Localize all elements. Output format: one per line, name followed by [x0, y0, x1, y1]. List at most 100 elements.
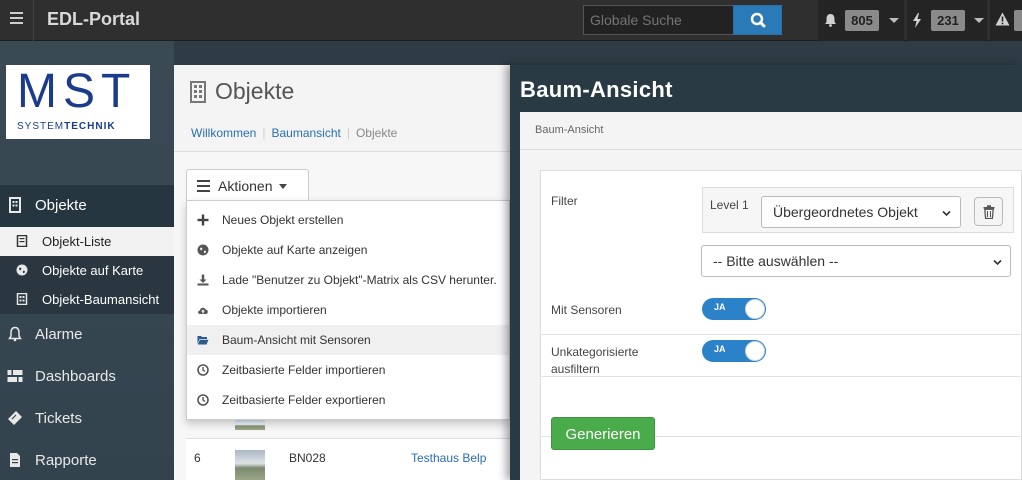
chevron-down-icon [993, 259, 1002, 266]
report-icon [10, 453, 20, 467]
divider [541, 334, 1022, 335]
folder-open-icon [197, 336, 209, 345]
menu-item-new-object[interactable]: Neues Objekt erstellen [187, 205, 509, 235]
menu-item-label: Neues Objekt erstellen [222, 213, 344, 227]
bell-icon [8, 326, 22, 342]
sidebar-item-tickets[interactable]: Tickets [0, 398, 174, 440]
uncategorized-label-line2: ausfiltern [551, 362, 600, 376]
sensors-label: Mit Sensoren [551, 303, 622, 317]
bell-icon [825, 14, 836, 27]
card-header: Baum-Ansicht [520, 112, 1022, 150]
sidebar-item-label: Rapporte [35, 452, 97, 469]
sidebar-item-objekte[interactable]: Objekte [0, 185, 174, 227]
menu-item-show-on-map[interactable]: Objekte auf Karte anzeigen [187, 235, 509, 265]
menu-item-label: Objekte importieren [222, 303, 327, 317]
cloud-upload-icon [198, 307, 208, 314]
generate-button[interactable]: Generieren [551, 417, 655, 450]
uncategorized-toggle[interactable]: JA [702, 340, 766, 362]
alerts-dropdown[interactable] [990, 0, 1022, 41]
events-badge: 231 [931, 10, 965, 31]
menu-item-label: Zeitbasierte Felder exportieren [222, 393, 386, 407]
sidebar-item-label: Tickets [35, 410, 82, 427]
notifications-dropdown[interactable]: 805 [818, 0, 904, 41]
trash-icon [983, 205, 995, 219]
choose-object-select[interactable]: -- Bitte auswählen -- [701, 245, 1011, 277]
breadcrumb-link-willkommen[interactable]: Willkommen [191, 126, 256, 140]
sidebar-subitem-label: Objekt-Liste [42, 234, 112, 249]
actions-button-label: Aktionen [218, 178, 273, 194]
objekte-panel-header: Objekte Willkommen | Baumansicht | Objekte [174, 65, 510, 152]
notifications-badge: 805 [845, 10, 879, 31]
table-row: 6 BN028 Testhaus Belp [186, 438, 510, 480]
card-title: Baum-Ansicht [535, 124, 604, 136]
sidebar-item-label: Dashboards [35, 368, 116, 385]
sidebar-subitem-objekt-liste[interactable]: Objekt-Liste [0, 227, 174, 256]
logo-text: MST [17, 65, 137, 118]
tree-icon [16, 293, 28, 305]
chevron-down-icon [889, 18, 899, 23]
building-icon [190, 81, 206, 103]
sidebar-item-alarme[interactable]: Alarme [0, 314, 174, 356]
top-navbar: EDL-Portal 805 231 [0, 0, 1022, 41]
sidebar-subitem-label: Objekt-Baumansicht [42, 292, 160, 307]
globe-icon [16, 264, 28, 276]
search-button[interactable] [733, 5, 782, 35]
chevron-down-icon [974, 18, 984, 23]
menu-item-import-time-fields[interactable]: Zeitbasierte Felder importieren [187, 355, 509, 385]
globe-icon [197, 244, 209, 256]
building-icon [9, 197, 21, 213]
breadcrumb-current: Objekte [355, 126, 398, 140]
delete-level-button[interactable] [974, 197, 1003, 226]
sensors-toggle[interactable]: JA [702, 298, 766, 320]
object-code: BN028 [289, 451, 326, 465]
generate-button-label: Generieren [565, 426, 641, 443]
menu-toggle-icon[interactable] [10, 12, 23, 24]
object-thumbnail [235, 420, 265, 430]
logo-subtitle: SYSTEMTECHNIK [17, 121, 116, 132]
sidebar-item-label: Alarme [35, 326, 83, 343]
menu-item-label: Zeitbasierte Felder importieren [222, 363, 386, 377]
caret-down-icon [279, 184, 287, 189]
company-logo[interactable]: MST SYSTEMTECHNIK [6, 65, 150, 139]
object-name-link[interactable]: Testhaus Belp [411, 451, 486, 465]
parent-object-select[interactable]: Übergeordnetes Objekt [761, 196, 961, 228]
global-search-input[interactable] [583, 5, 734, 35]
toggle-knob [745, 299, 765, 319]
divider [33, 0, 34, 41]
actions-dropdown-menu: Neues Objekt erstellen Objekte auf Karte… [186, 200, 510, 420]
clock-icon [197, 364, 209, 376]
plus-icon [197, 214, 209, 226]
download-icon [197, 274, 209, 286]
menu-item-import-objects[interactable]: Objekte importieren [187, 295, 509, 325]
page-title: Objekte [215, 78, 295, 104]
sidebar-item-label: Objekte [35, 197, 87, 214]
select-value: Übergeordnetes Objekt [773, 204, 918, 220]
breadcrumb-link-baumansicht[interactable]: Baumansicht [271, 126, 340, 140]
sidebar-subitem-objekt-baumansicht[interactable]: Objekt-Baumansicht [0, 285, 174, 314]
uncategorized-label-line1: Unkategorisierte [551, 345, 639, 359]
menu-item-tree-view-sensors[interactable]: Baum-Ansicht mit Sensoren [187, 325, 509, 355]
bars-icon [197, 180, 210, 195]
bolt-icon [913, 13, 921, 28]
menu-item-download-matrix[interactable]: Lade "Benutzer zu Objekt"-Matrix als CSV… [187, 265, 509, 295]
list-icon [16, 235, 28, 247]
toggle-label: JA [714, 302, 726, 312]
warning-icon [995, 12, 1010, 26]
events-dropdown[interactable]: 231 [907, 0, 987, 41]
breadcrumb: Willkommen | Baumansicht | Objekte [191, 126, 398, 140]
divider [541, 376, 1022, 377]
toggle-knob [745, 341, 765, 361]
actions-dropdown-button[interactable]: Aktionen [186, 169, 309, 201]
toggle-label: JA [714, 344, 726, 354]
sidebar-item-dashboards[interactable]: Dashboards [0, 356, 174, 398]
filter-label: Filter [551, 194, 578, 208]
sidebar-item-rapporte[interactable]: Rapporte [0, 440, 174, 480]
row-number: 6 [194, 451, 201, 465]
modal-title: Baum-Ansicht [520, 77, 673, 102]
menu-item-label: Lade "Benutzer zu Objekt"-Matrix als CSV… [222, 273, 497, 287]
menu-item-label: Objekte auf Karte anzeigen [222, 243, 368, 257]
object-thumbnail [235, 450, 265, 480]
app-title[interactable]: EDL-Portal [47, 9, 140, 30]
sidebar-subitem-objekte-auf-karte[interactable]: Objekte auf Karte [0, 256, 174, 285]
menu-item-export-time-fields[interactable]: Zeitbasierte Felder exportieren [187, 385, 509, 415]
